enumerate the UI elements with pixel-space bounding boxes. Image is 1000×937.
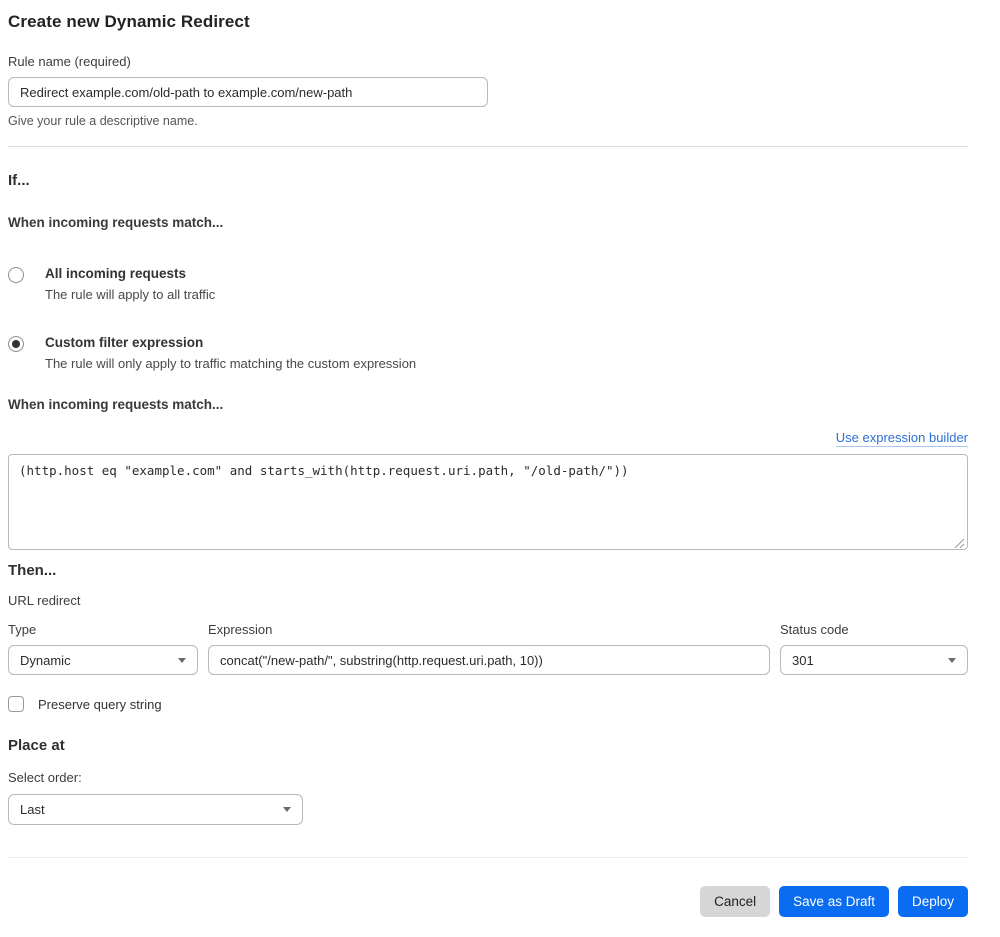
status-code-label: Status code [780,622,849,637]
radio-option-description: The rule will apply to all traffic [45,287,216,302]
create-redirect-form: Create new Dynamic Redirect Rule name (r… [0,0,1000,937]
resize-handle-icon[interactable] [954,536,965,549]
expression-builder-link-row: Use expression builder [8,429,968,447]
cancel-button[interactable]: Cancel [700,886,771,917]
radio-option-all-incoming-requests[interactable]: All incoming requests The rule will appl… [8,266,968,302]
status-code-field: Status code 301 [780,622,968,675]
match-heading: When incoming requests match... [8,215,224,230]
filter-expression-wrap: (http.host eq "example.com" and starts_w… [8,454,968,550]
radio-option-texts: Custom filter expression The rule will o… [45,335,416,371]
filter-expression-textarea[interactable]: (http.host eq "example.com" and starts_w… [8,454,968,550]
radio-selected-icon[interactable] [8,336,24,352]
preserve-query-string-row[interactable]: Preserve query string [8,696,968,712]
preserve-query-string-label: Preserve query string [38,696,162,712]
order-select-value: Last [20,802,45,817]
action-type-label: URL redirect [8,593,81,608]
checkbox-unchecked-icon[interactable] [8,696,24,712]
radio-option-description: The rule will only apply to traffic matc… [45,356,417,371]
type-field: Type Dynamic [8,622,198,675]
order-select[interactable]: Last [8,794,303,825]
redirect-expression-input[interactable] [208,645,770,675]
deploy-button[interactable]: Deploy [897,886,968,917]
type-select[interactable]: Dynamic [8,645,198,675]
type-select-value: Dynamic [20,652,71,668]
status-code-select-value: 301 [792,652,814,668]
expression-match-heading: When incoming requests match... [8,397,224,412]
rule-name-input[interactable] [8,77,488,107]
page-title: Create new Dynamic Redirect [8,12,250,31]
if-heading: If... [8,172,30,189]
expression-label: Expression [208,622,273,637]
radio-option-label: All incoming requests [45,266,187,281]
type-label: Type [8,622,37,637]
status-code-select[interactable]: 301 [780,645,968,675]
rule-name-label: Rule name (required) [8,54,131,69]
rule-name-help: Give your rule a descriptive name. [8,114,198,128]
redirect-settings-row: Type Dynamic Expression Status code 301 [8,622,968,675]
radio-unselected-icon[interactable] [8,267,24,283]
select-order-label: Select order: [8,770,82,785]
place-at-heading: Place at [8,737,65,754]
chevron-down-icon [178,657,186,663]
expression-field: Expression [208,622,770,675]
section-divider [8,146,968,147]
radio-option-label: Custom filter expression [45,335,204,350]
save-as-draft-button[interactable]: Save as Draft [779,886,889,917]
use-expression-builder-link[interactable]: Use expression builder [835,430,968,447]
radio-option-texts: All incoming requests The rule will appl… [45,266,215,302]
footer-actions: Cancel Save as Draft Deploy [8,886,968,917]
then-heading: Then... [8,562,57,579]
footer-divider [8,857,968,858]
radio-option-custom-filter-expression[interactable]: Custom filter expression The rule will o… [8,335,968,371]
chevron-down-icon [948,657,956,663]
chevron-down-icon [283,807,291,812]
